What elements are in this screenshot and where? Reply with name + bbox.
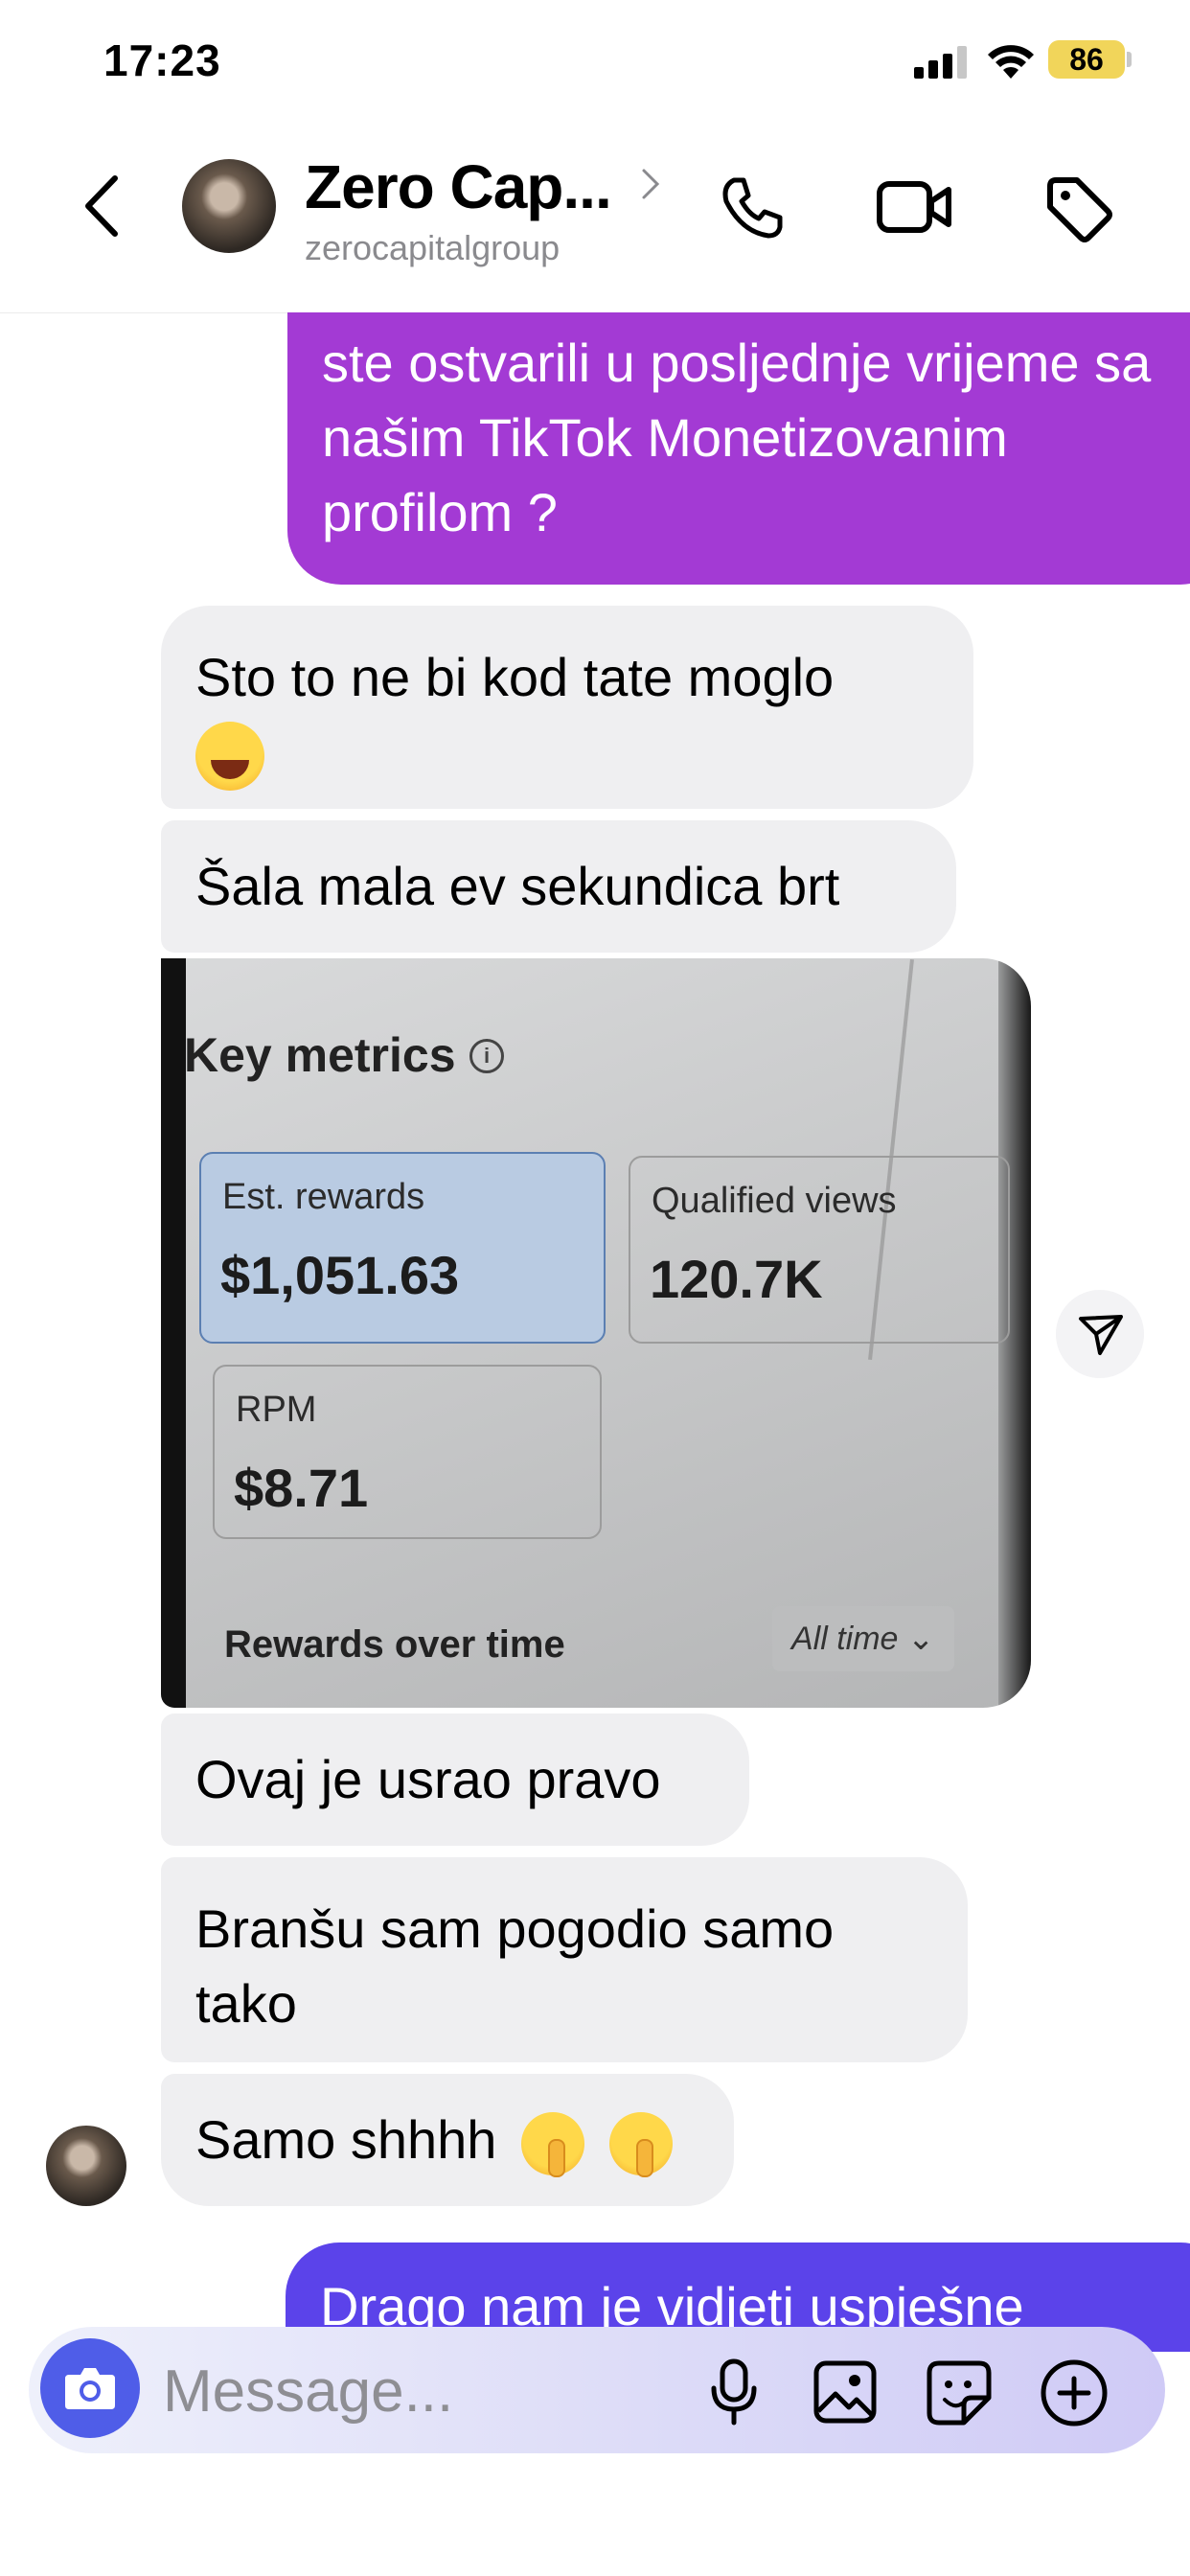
contact-name[interactable]: Zero Cap... (305, 151, 612, 222)
all-time-dropdown: All time ⌄ (772, 1606, 954, 1671)
photo-edge-shadow (161, 958, 186, 1708)
key-metrics-title: Key metrics (184, 1028, 456, 1082)
outgoing-message[interactable]: ste ostvarili u posljednje vrijeme sa na… (287, 312, 1190, 585)
video-call-icon[interactable] (876, 174, 952, 240)
contact-handle[interactable]: zerocapitalgroup (305, 228, 560, 268)
plus-circle-icon[interactable] (1039, 2358, 1110, 2428)
message-text: Branšu sam pogodio samo tako (195, 1898, 835, 2034)
battery-nub (1127, 52, 1132, 67)
chevron-right-icon[interactable] (640, 167, 661, 201)
microphone-icon[interactable] (709, 2358, 759, 2428)
message-text: Samo shhhh (195, 2109, 497, 2170)
image-message[interactable]: Key metrics i Est. rewards $1,051.63 Qua… (161, 958, 1031, 1708)
metric-card-rpm: RPM $8.71 (213, 1365, 602, 1539)
camera-button[interactable] (40, 2338, 140, 2438)
metric-label: Est. rewards (222, 1177, 425, 1217)
back-chevron-icon[interactable] (80, 172, 123, 240)
message-text: Šala mala ev sekundica brt (195, 856, 840, 916)
share-send-icon[interactable] (1056, 1290, 1144, 1378)
incoming-message[interactable]: Branšu sam pogodio samo tako (161, 1857, 968, 2062)
incoming-message[interactable]: Samo shhhh (161, 2074, 734, 2206)
sticker-icon[interactable] (926, 2359, 993, 2426)
wifi-icon (988, 45, 1034, 79)
chevron-down-icon: ⌄ (906, 1621, 935, 1657)
metric-card-est-rewards: Est. rewards $1,051.63 (199, 1152, 606, 1344)
metric-label: RPM (236, 1390, 317, 1430)
shushing-face-emoji-icon (608, 2112, 673, 2178)
all-time-label: All time (791, 1621, 899, 1657)
metric-card-qualified-views: Qualified views 120.7K (629, 1156, 1010, 1344)
rewards-over-time-label: Rewards over time (224, 1623, 565, 1666)
incoming-message[interactable]: Ovaj je usrao pravo (161, 1714, 749, 1846)
message-text: Ovaj je usrao pravo (195, 1749, 661, 1809)
incoming-message[interactable]: Sto to ne bi kod tate moglo (161, 606, 973, 809)
shushing-face-emoji-icon (521, 2112, 584, 2178)
phone-call-icon[interactable] (717, 172, 786, 242)
contact-avatar[interactable] (182, 159, 276, 253)
message-text: Sto to ne bi kod tate moglo (195, 647, 835, 707)
metric-value: $1,051.63 (220, 1245, 460, 1305)
metric-label: Qualified views (652, 1181, 897, 1221)
info-icon: i (469, 1039, 504, 1073)
laughing-emoji-icon (195, 722, 264, 792)
metric-value: 120.7K (650, 1249, 823, 1309)
tag-icon[interactable] (1042, 172, 1113, 243)
metric-value: $8.71 (234, 1458, 369, 1518)
gallery-icon[interactable] (812, 2359, 878, 2425)
camera-icon (65, 2368, 115, 2409)
incoming-message[interactable]: Šala mala ev sekundica brt (161, 820, 956, 953)
battery-indicator: 86 (1048, 40, 1125, 79)
status-time: 17:23 (103, 35, 221, 85)
sender-avatar[interactable] (46, 2126, 126, 2206)
message-input[interactable]: Message... (163, 2358, 453, 2426)
cellular-signal-icon (914, 46, 967, 79)
